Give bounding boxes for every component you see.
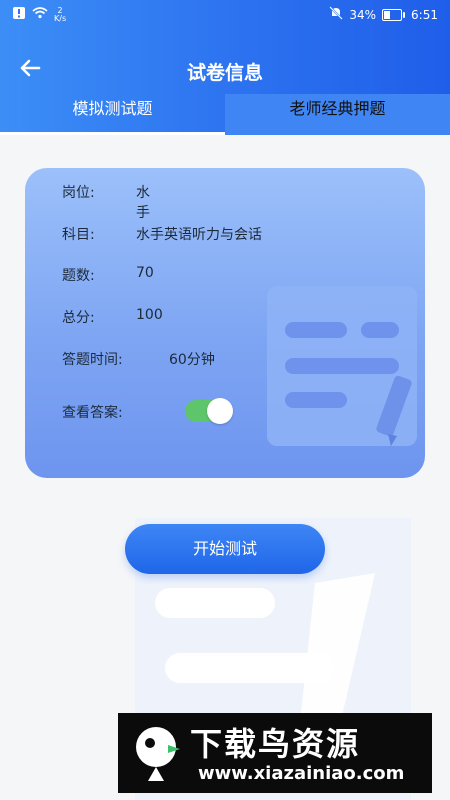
battery-percent: 34% [349, 7, 377, 22]
document-pencil-illustration [267, 286, 417, 446]
nav-bar: 试卷信息 [0, 50, 450, 90]
alert-icon [12, 6, 26, 23]
position-row: 岗位: 水手 [62, 182, 150, 221]
bird-logo-icon [136, 727, 180, 781]
question-count-row: 题数: 70 [62, 265, 154, 285]
question-count-label: 题数: [62, 268, 95, 284]
answer-time-row: 答题时间: 60分钟 [62, 349, 215, 369]
tab-bar: 模拟测试题 老师经典押题 [0, 94, 450, 135]
page-title: 试卷信息 [186, 62, 263, 84]
subject-value: 水手英语听力与会话 [136, 227, 262, 243]
position-label: 岗位: [62, 185, 95, 201]
exam-info-card: 岗位: 水手 科目: 水手英语听力与会话 题数: 70 总分: 100 答题时间… [25, 168, 425, 478]
view-answer-toggle[interactable] [185, 398, 233, 424]
start-test-button[interactable]: 开始测试 [125, 524, 325, 574]
tab-teacher-picks[interactable]: 老师经典押题 [225, 94, 450, 135]
net-speed: 2 K/s [54, 5, 67, 23]
battery-icon [382, 8, 406, 21]
total-score-value: 100 [136, 307, 163, 323]
status-bar: 2 K/s 34% 6:51 [0, 0, 450, 34]
watermark-banner: 下载鸟资源 www.xiazainiao.com [118, 713, 432, 793]
tab-mock-test[interactable]: 模拟测试题 [0, 94, 225, 135]
view-answer-row: 查看答案: [62, 402, 123, 422]
answer-time-value: 60分钟 [169, 352, 215, 368]
mute-bell-icon [329, 6, 344, 23]
toggle-knob [207, 398, 233, 424]
total-score-row: 总分: 100 [62, 307, 163, 327]
watermark-url: www.xiazainiao.com [198, 763, 405, 784]
subject-row: 科目: 水手英语听力与会话 [62, 224, 262, 244]
wifi-icon [32, 7, 48, 22]
tab-active-indicator [0, 132, 225, 135]
total-score-label: 总分: [62, 310, 95, 326]
view-answer-label: 查看答案: [62, 405, 123, 421]
header: 2 K/s 34% 6:51 试卷信息 模拟测试题 老师经典押题 [0, 0, 450, 135]
position-value: 水手 [136, 185, 150, 221]
question-count-value: 70 [136, 265, 154, 281]
clock: 6:51 [411, 7, 438, 22]
subject-label: 科目: [62, 227, 95, 243]
watermark-title: 下载鸟资源 [190, 725, 361, 763]
answer-time-label: 答题时间: [62, 352, 123, 368]
